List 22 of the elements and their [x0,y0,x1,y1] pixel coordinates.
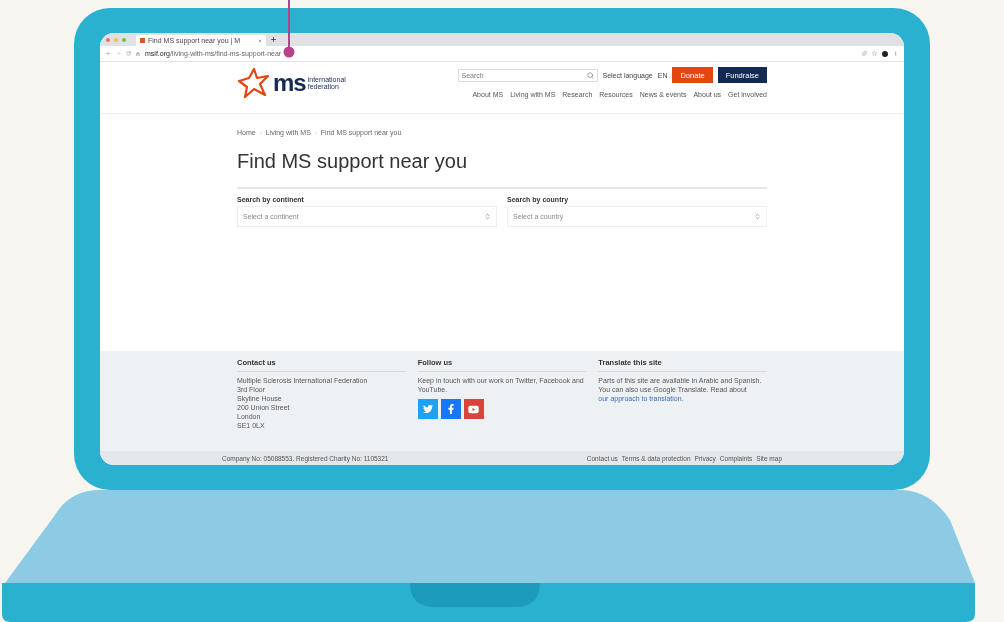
star-icon[interactable] [872,51,877,56]
twitter-icon[interactable] [417,399,438,420]
forward-icon[interactable] [116,51,121,56]
updown-chevron-icon [754,213,761,220]
back-icon[interactable] [106,51,111,56]
search-icon[interactable] [586,71,594,79]
logo-wordmark: ms [273,71,306,95]
new-tab-icon[interactable] [270,36,277,43]
puzzle-icon[interactable] [862,51,867,56]
favicon-icon [140,38,145,43]
chevron-icon [258,130,263,135]
facebook-icon[interactable] [440,399,461,420]
menu-icon[interactable] [893,51,898,56]
lock-icon [136,51,140,56]
page-title: Find MS support near you [237,150,469,173]
pin-marker-drawing [283,0,295,58]
chevron-icon [313,130,318,135]
youtube-icon[interactable] [463,399,484,420]
reload-icon[interactable] [126,51,131,56]
star-logo-icon [237,66,271,100]
profile-avatar-icon[interactable] [882,50,888,57]
updown-chevron-icon [484,213,491,220]
